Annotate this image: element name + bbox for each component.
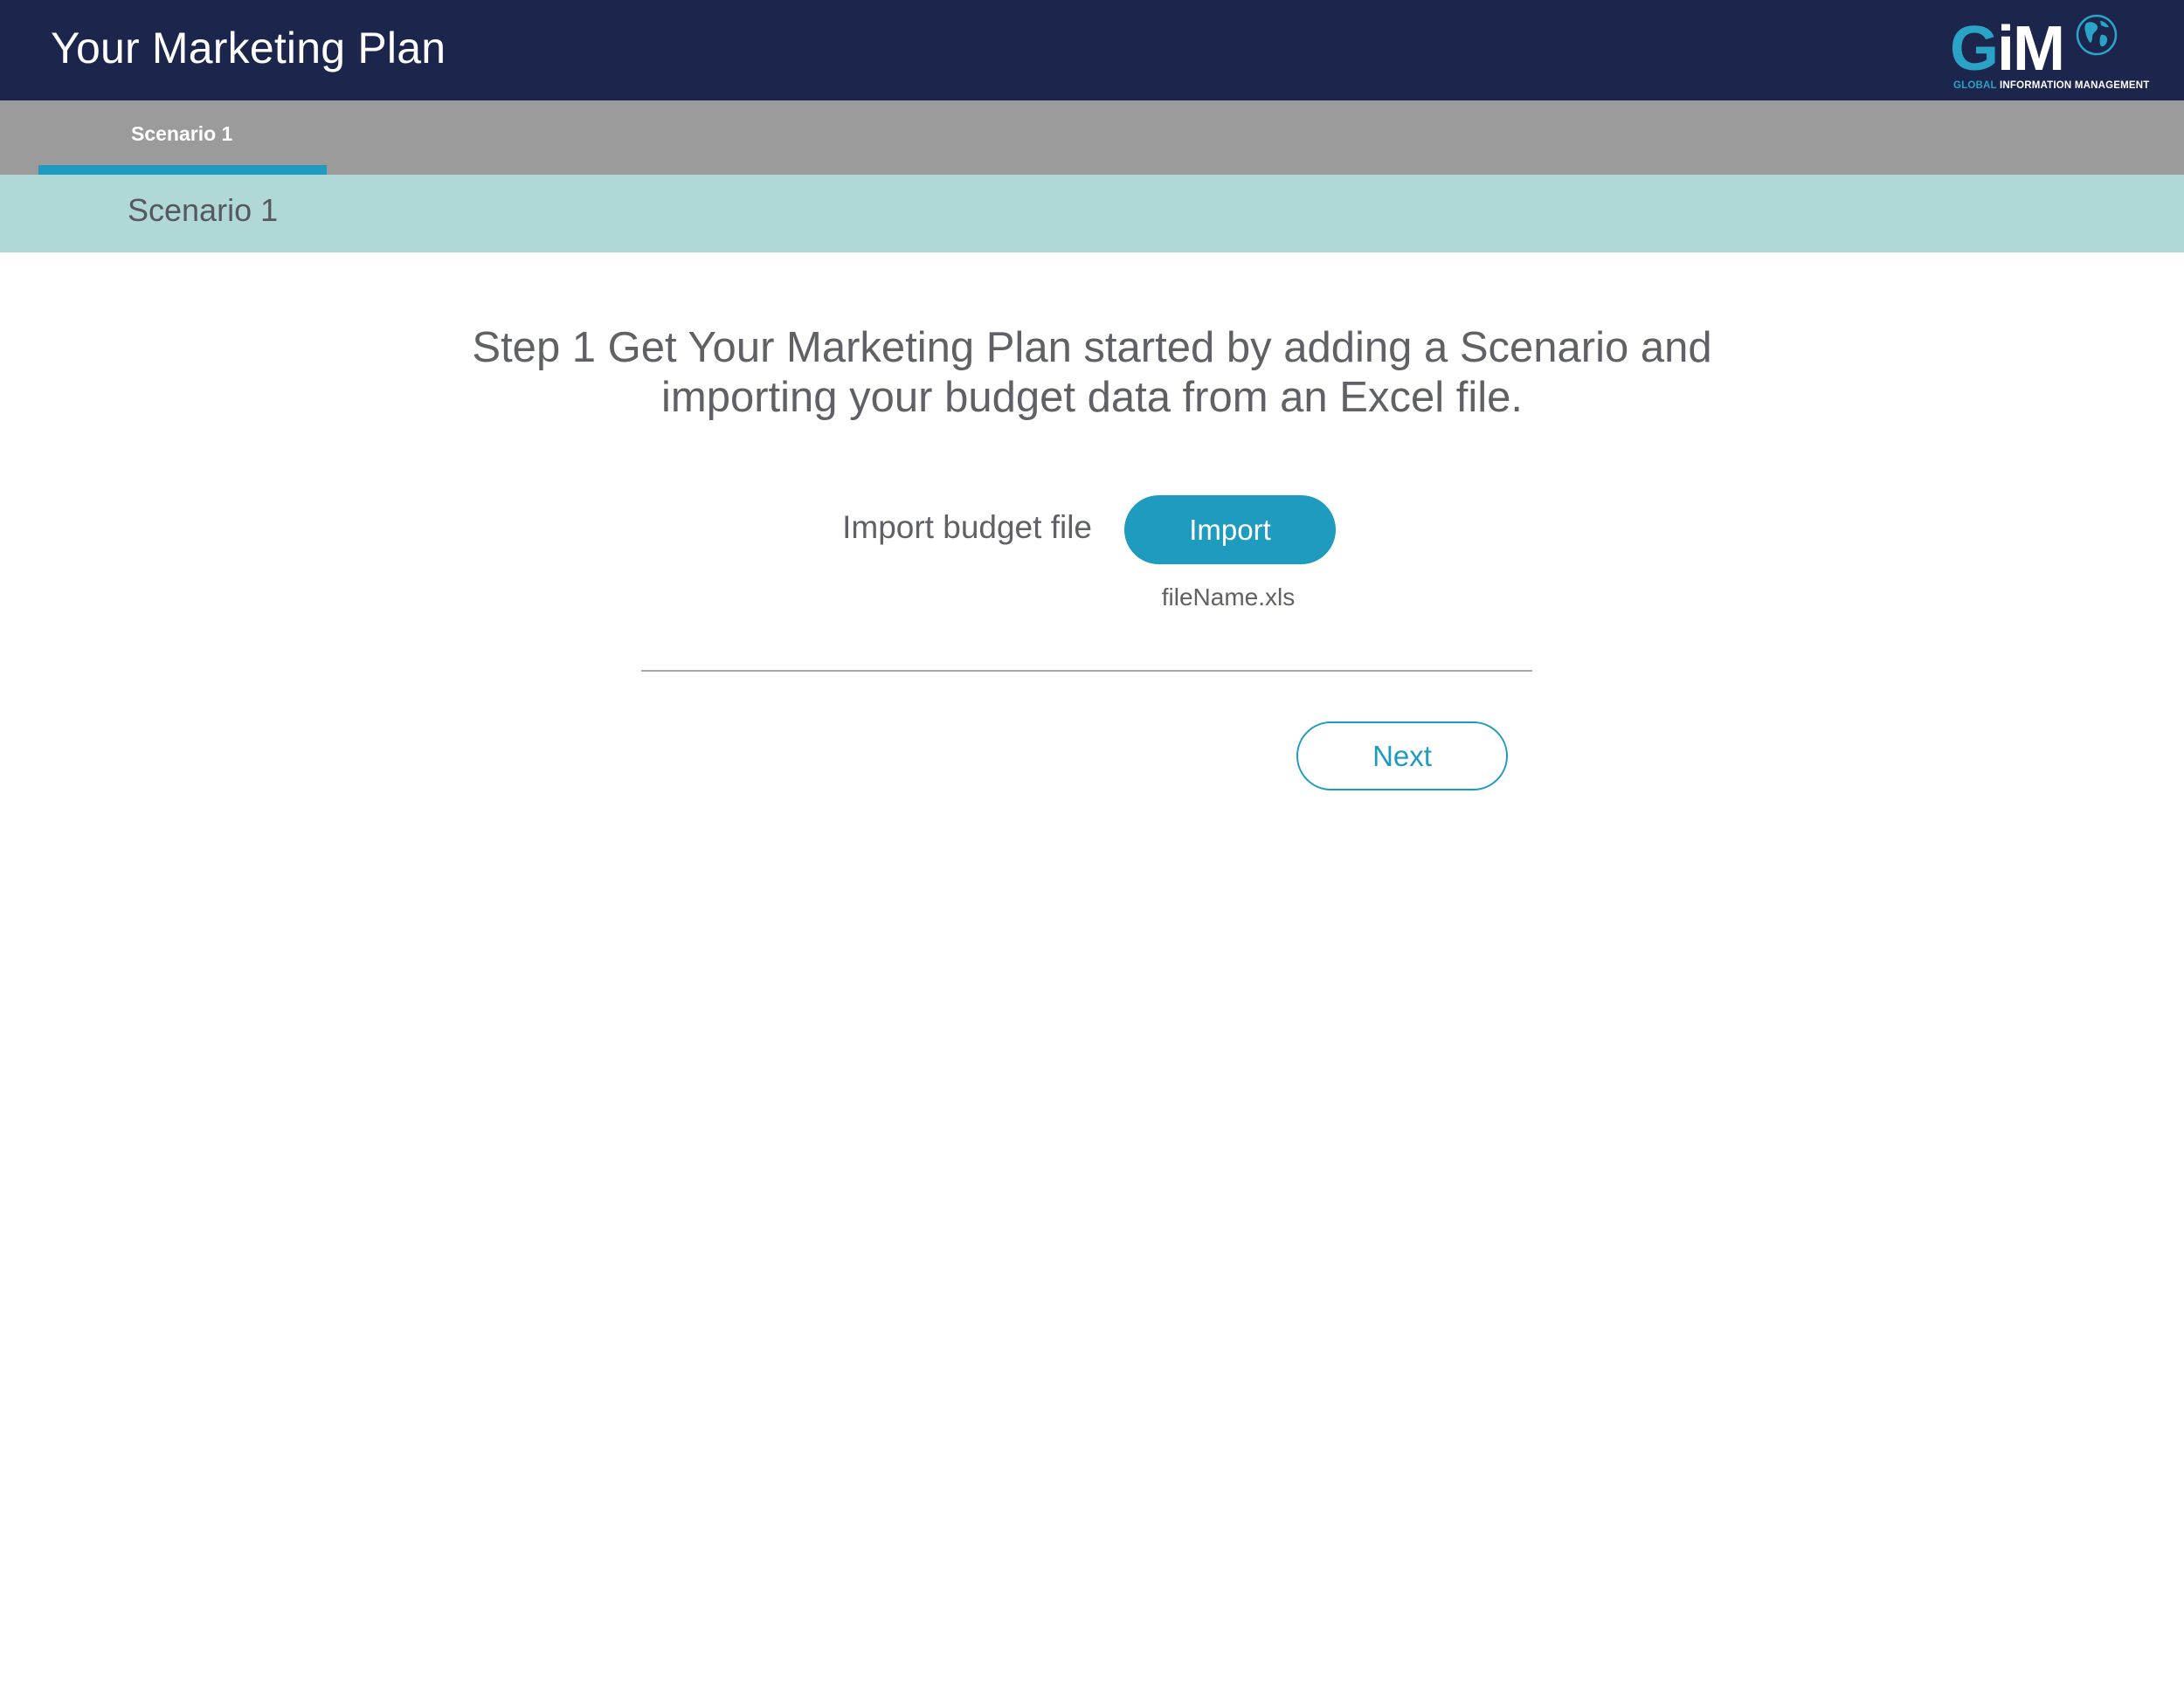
import-button[interactable]: Import: [1124, 495, 1336, 564]
step-instructions: Step 1 Get Your Marketing Plan started b…: [472, 324, 1712, 421]
section-header: Scenario 1: [0, 175, 2184, 252]
import-budget-label: Import budget file: [842, 509, 1092, 545]
globe-icon: [2076, 14, 2118, 56]
tab-bar: Scenario 1: [0, 100, 2184, 175]
app-title: Your Marketing Plan: [51, 24, 446, 72]
next-button[interactable]: Next: [1296, 721, 1508, 790]
active-tab-indicator: [38, 165, 327, 175]
logo-letters-im: iM: [1997, 14, 2065, 84]
section-title: Scenario 1: [128, 192, 279, 228]
tab-scenario-1[interactable]: Scenario 1: [38, 100, 327, 175]
logo-mark: GiM: [1950, 17, 2065, 80]
app-header: Your Marketing Plan GiM GLOBAL INFORMATI…: [0, 0, 2184, 100]
divider: [641, 670, 1532, 672]
logo-letter-g: G: [1950, 14, 1999, 84]
logo-tagline-global: GLOBAL: [1953, 80, 1997, 91]
gim-logo: GiM GLOBAL INFORMATION MANAGEMENT: [1950, 12, 2160, 95]
logo-tagline: GLOBAL INFORMATION MANAGEMENT: [1953, 80, 2150, 91]
imported-file-name: fileName.xls: [1161, 583, 1296, 611]
logo-tagline-rest: INFORMATION MANAGEMENT: [1999, 80, 2150, 91]
tab-label: Scenario 1: [131, 122, 233, 145]
